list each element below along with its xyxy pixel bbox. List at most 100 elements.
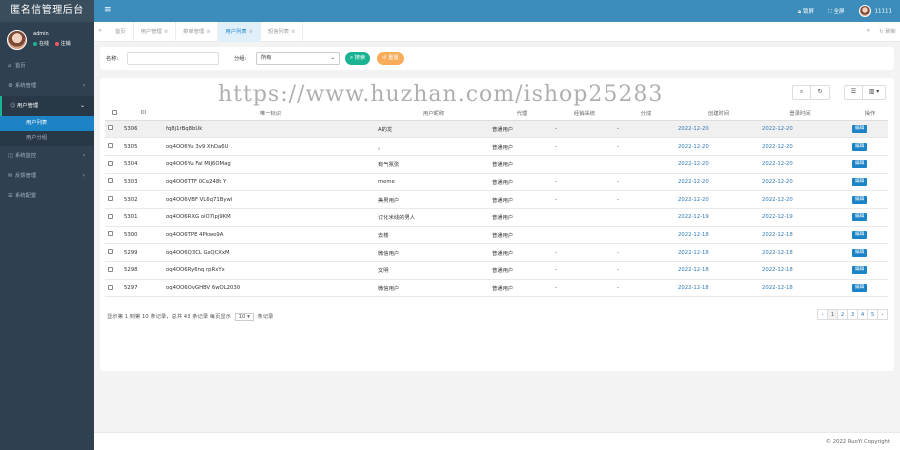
table-row[interactable]: 5304 oq4OO6Yu Fal MIJ6OMag 有气氛张 普通用户 2022-12…	[105, 155, 888, 174]
avatar[interactable]	[7, 30, 27, 50]
column-header: ID	[121, 107, 163, 121]
logout-link[interactable]: 注销	[61, 41, 71, 47]
toggle-search-icon[interactable]: ⌕	[793, 86, 811, 99]
sidebar-subitem-0[interactable]: 用户列表	[0, 116, 94, 131]
tab-2[interactable]: 菜单管理 ⊗	[176, 22, 219, 42]
config-icon: ☰	[8, 193, 13, 199]
edit-label: 编辑	[855, 214, 865, 220]
fullscreen-button[interactable]: ⛶ 全屏	[828, 7, 845, 16]
page-next-button[interactable]: ›	[877, 309, 888, 320]
edit-button[interactable]: 编辑	[852, 230, 868, 239]
edit-button[interactable]: 编辑	[852, 177, 868, 186]
name-search-input[interactable]	[127, 52, 219, 65]
row-created: 2022-12-20	[675, 173, 759, 192]
edit-button[interactable]: 编辑	[852, 248, 868, 257]
sidebar-item-0[interactable]: ⌂ 首页	[0, 56, 94, 76]
tab-4[interactable]: 短信列表 ⊗	[261, 22, 304, 42]
user-menu[interactable]: 11111	[858, 5, 892, 17]
row-created: 2022-12-18	[675, 279, 759, 298]
sidebar-item-4[interactable]: ✉ 反馈管理 ‹	[0, 166, 94, 186]
row-checkbox[interactable]	[108, 249, 113, 255]
table-row[interactable]: 5299 oq4OO6Q3CL GsQCXxM 微信用户 普通用户 - -2022-12-…	[105, 243, 888, 262]
table-row[interactable]: 5298 oq4OO6Ry6nq rpRxYx 文明 普通用户 - -2022-12-18…	[105, 261, 888, 280]
row-checkbox[interactable]	[108, 160, 113, 166]
sidebar-subitem-1[interactable]: 用户分组	[0, 131, 94, 146]
row-role: 普通用户	[489, 120, 552, 139]
column-header: 唯一标识	[163, 107, 375, 121]
close-icon[interactable]: ⊗	[164, 29, 168, 35]
row-checkbox[interactable]	[108, 196, 113, 202]
app-logo-title: 匿名信管理后台	[0, 0, 94, 22]
tabs-scroll-right-icon[interactable]: »	[866, 27, 870, 34]
user-status: 在线 注销	[33, 40, 71, 47]
home-icon: ⌂	[8, 63, 12, 69]
row-nickname: 微信用户	[375, 279, 489, 298]
sidebar-item-5[interactable]: ☰ 系统配置	[0, 186, 94, 206]
search-button[interactable]: ⌕ 搜索	[345, 52, 371, 65]
refresh-label: 刷新	[885, 29, 896, 35]
column-header: 登录时间	[759, 107, 838, 121]
logout-dot-icon	[54, 41, 59, 46]
tab-label: 菜单管理	[183, 29, 205, 35]
user-name: admin	[33, 31, 49, 37]
table-row[interactable]: 5297 oq4OO6OvGHBV 6wOL2030 微信用户 普通用户 - -2022-…	[105, 279, 888, 298]
close-icon[interactable]: ⊗	[206, 29, 210, 35]
tabs: 首页 用户管理 ⊗ 菜单管理 ⊗ 用户列表 ⊗ 短信列表 ⊗	[108, 22, 304, 42]
sidebar-item-2[interactable]: ☺用户管理 ⌄	[0, 96, 94, 116]
row-checkbox[interactable]	[108, 178, 113, 184]
refresh-table-icon[interactable]: ↻	[811, 86, 829, 99]
edit-button[interactable]: 编辑	[852, 160, 868, 169]
table-row[interactable]: 5302 oq4OO6VBF VL6q71Bywl 美男用户 普通用户 - -2022-1…	[105, 190, 888, 209]
lock-screen-button[interactable]: 🔒︎ 锁屏	[798, 7, 814, 16]
row-select-cell	[105, 190, 121, 209]
tab-label: 短信列表	[267, 29, 290, 35]
tabs-scroll-left-icon[interactable]: «	[98, 27, 102, 34]
row-select-cell	[105, 137, 121, 156]
table-row[interactable]: 5303 oq4OO6TTF 0Ce248t Ymeme 普通用户 - -2022-12…	[105, 173, 888, 192]
table-row[interactable]: 5306 fq8j1rBq8bUk A的龙 普通用户 - -2022-12-20 2022-…	[105, 120, 888, 139]
tab-0[interactable]: 首页	[108, 22, 134, 42]
row-actions: 编辑	[838, 120, 888, 139]
reset-button[interactable]: ↺ 重置	[377, 52, 404, 65]
row-checkbox[interactable]	[108, 266, 113, 272]
tab-1[interactable]: 用户管理 ⊗	[134, 22, 177, 42]
row-checkbox[interactable]	[108, 125, 113, 131]
select-all-checkbox[interactable]	[112, 109, 117, 115]
row-nickname: 美男用户	[375, 190, 489, 209]
table-header-row: ID 唯一标识 用户昵称 代理 经销采统 分成 创建时间 登录时间 操作	[105, 107, 888, 121]
edit-button[interactable]: 编辑	[852, 142, 868, 151]
table-row[interactable]: 5301 oq4OO6RXG oiO7lpj9KM 订化米线的男人 普通用户 2022-…	[105, 208, 888, 227]
sidebar-item-3[interactable]: ◫ 系统监控 ‹	[0, 146, 94, 166]
table-row[interactable]: 5305 oq4OO6Yu 3v9 XhDa6U。普通用户 - -2022-12-20…	[105, 137, 888, 156]
row-select-cell	[105, 155, 121, 174]
row-distributor: -	[552, 173, 614, 192]
row-checkbox[interactable]	[108, 143, 113, 149]
row-ident: oq4OO6VBF VL6q71Bywl	[163, 190, 375, 209]
row-login: 2022-12-20	[759, 137, 838, 156]
edit-button[interactable]: 编辑	[852, 266, 868, 275]
sidebar-item-label: 用户管理	[17, 103, 39, 109]
row-login: 2022-12-18	[759, 243, 838, 262]
row-role: 普通用户	[489, 243, 552, 262]
online-label: 在线	[39, 41, 50, 47]
table-row[interactable]: 5300 oq4OO6TPE 4Pkwe9A 去楼 普通用户 2022-12-18 202…	[105, 226, 888, 245]
page-size-select[interactable]: 10 ▾	[234, 313, 254, 321]
sidebar-item-1[interactable]: ⚙ 系统管理 ‹	[0, 76, 94, 96]
menu-toggle-icon[interactable]: ≡	[104, 5, 112, 15]
refresh-button[interactable]: ↻ 刷新	[879, 22, 896, 42]
close-icon[interactable]: ⊗	[249, 29, 253, 35]
top-right-tools: 🔒︎ 锁屏 ⛶ 全屏 11111	[798, 0, 892, 22]
group-select[interactable]: 所有 ⌄	[256, 52, 340, 65]
row-checkbox[interactable]	[108, 231, 113, 237]
columns-icon[interactable]: ▥ ▾	[863, 86, 885, 99]
sidebar-item-label: 反馈管理	[15, 173, 37, 179]
close-icon[interactable]: ⊗	[291, 29, 295, 35]
tab-3[interactable]: 用户列表 ⊗	[218, 22, 261, 42]
row-checkbox[interactable]	[108, 284, 113, 290]
edit-button[interactable]: 编辑	[852, 213, 868, 222]
edit-button[interactable]: 编辑	[852, 195, 868, 204]
row-checkbox[interactable]	[108, 213, 113, 219]
edit-button[interactable]: 编辑	[852, 284, 868, 293]
toggle-view-icon[interactable]: ☰	[845, 86, 863, 99]
edit-button[interactable]: 编辑	[852, 124, 868, 133]
